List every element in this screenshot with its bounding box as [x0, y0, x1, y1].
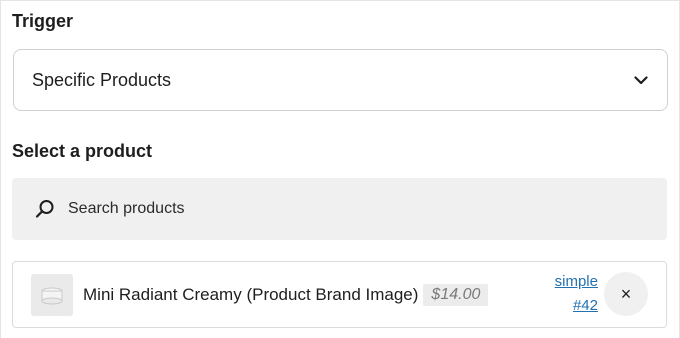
price-badge: $14.00	[423, 283, 489, 306]
product-search	[12, 178, 667, 240]
trigger-label: Trigger	[12, 11, 74, 31]
remove-product-button[interactable]: ×	[604, 272, 648, 316]
search-input[interactable]	[68, 178, 645, 240]
trigger-select[interactable]: Specific Products	[13, 49, 668, 111]
trigger-select-value: Specific Products	[32, 69, 172, 90]
product-id-link[interactable]: #42	[573, 294, 598, 318]
product-thumbnail-icon	[31, 273, 73, 316]
chevron-down-icon	[633, 72, 649, 88]
selected-product-row: Mini Radiant Creamy (Product Brand Image…	[12, 261, 667, 328]
product-meta: simple #42	[555, 270, 598, 318]
close-icon: ×	[620, 283, 632, 304]
product-type-link[interactable]: simple	[555, 270, 598, 294]
search-icon	[34, 198, 56, 220]
select-product-label: Select a product	[12, 141, 153, 161]
product-name: Mini Radiant Creamy (Product Brand Image…	[83, 284, 419, 304]
